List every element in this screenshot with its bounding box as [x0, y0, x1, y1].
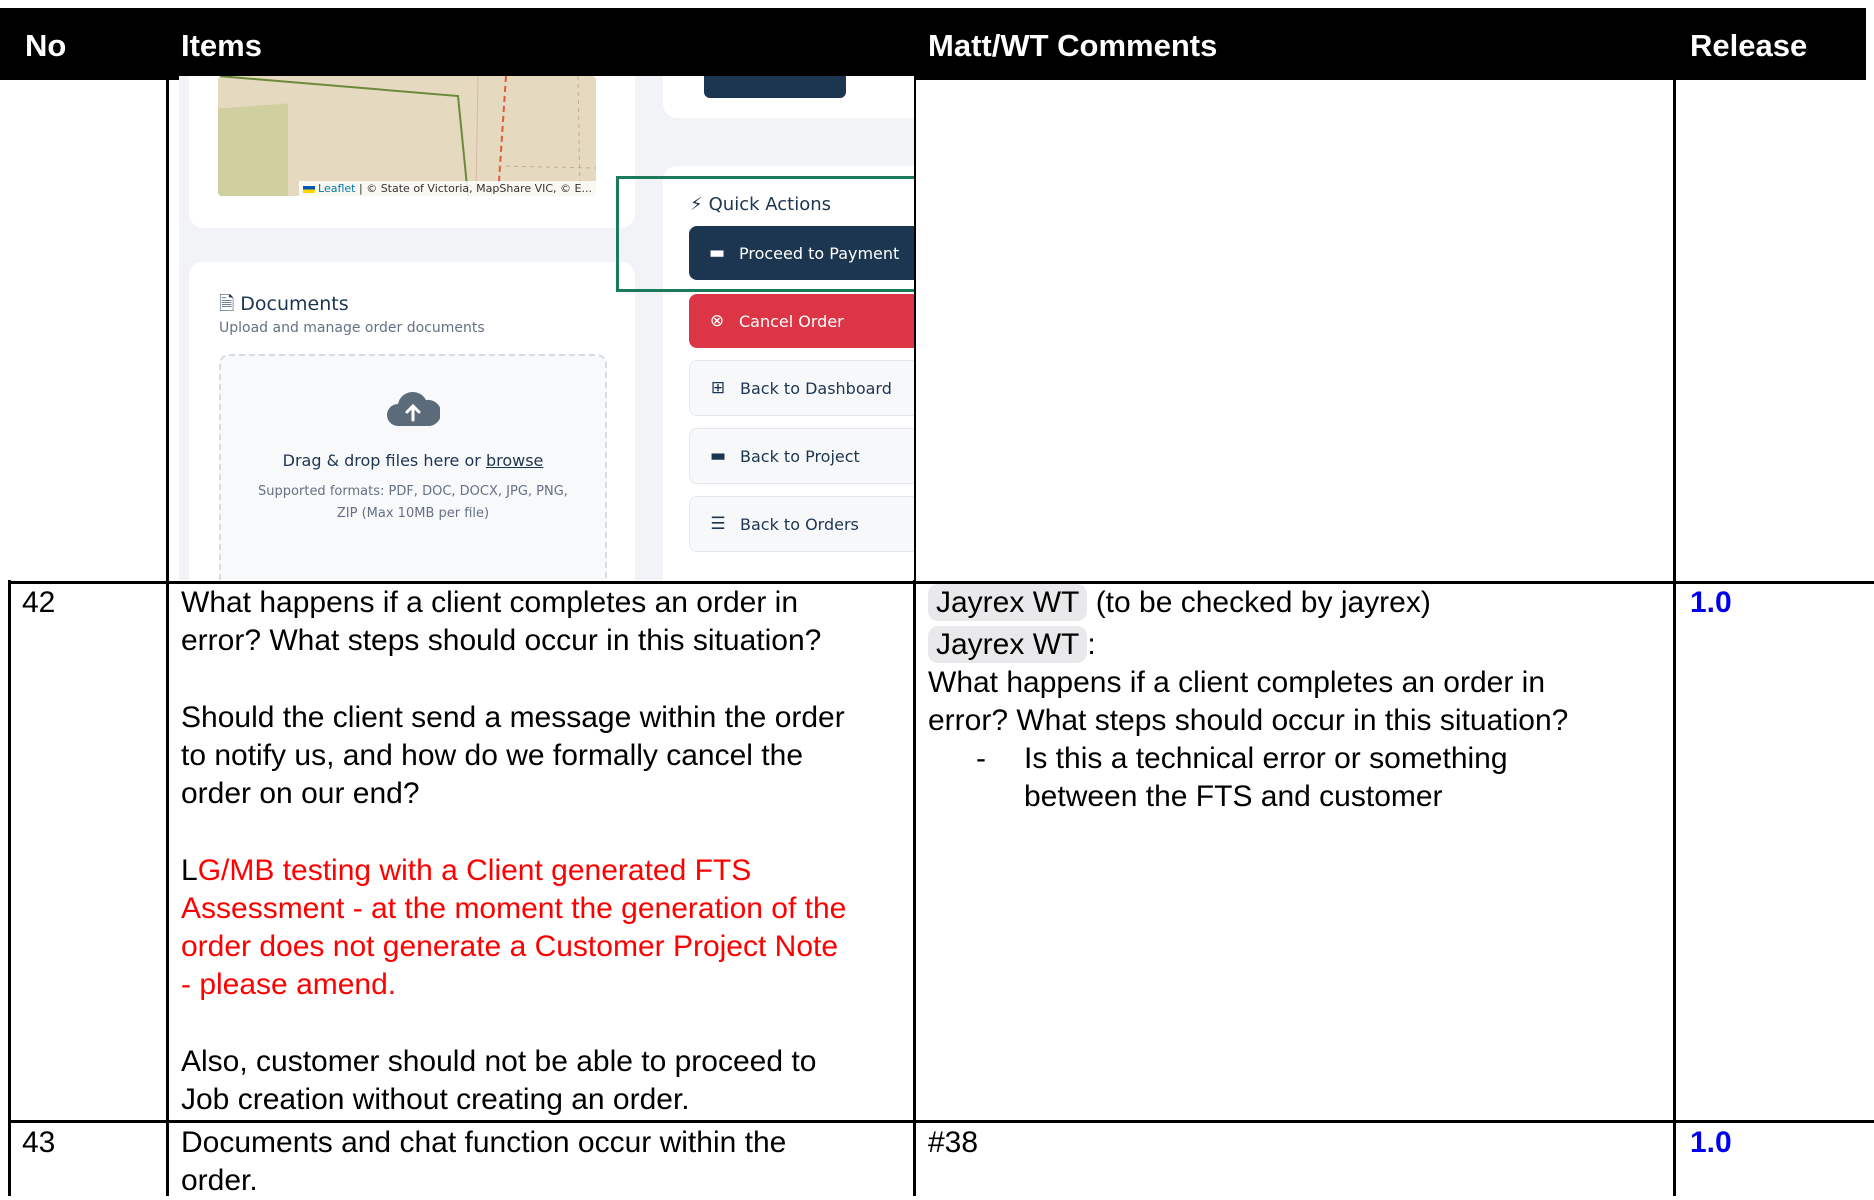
cancel-order-button[interactable]: ⊗ Cancel Order	[689, 294, 914, 348]
close-circle-icon: ⊗	[709, 311, 725, 331]
top-right-card	[663, 76, 914, 118]
back-to-orders-button[interactable]: ☰ Back to Orders	[689, 496, 914, 552]
row-43-comments: #38	[928, 1126, 979, 1159]
leaflet-link[interactable]: Leaflet	[318, 182, 355, 195]
folder-icon: ▬	[709, 446, 727, 466]
row-43-release: 1.0	[1690, 1126, 1732, 1159]
user-mention-chip[interactable]: Jayrex WT	[928, 626, 1088, 663]
row-43-items: Documents and chat function occur within…	[181, 1126, 787, 1197]
formats-line1: Supported formats: PDF, DOC, DOCX, JPG, …	[258, 484, 568, 499]
embedded-screenshot: Leaflet | © State of Victoria, MapShare …	[179, 76, 914, 580]
map-card: Leaflet | © State of Victoria, MapShare …	[189, 76, 635, 228]
map-attribution: Leaflet | © State of Victoria, MapShare …	[298, 181, 596, 196]
header-no: No	[25, 28, 67, 63]
map-area: Leaflet | © State of Victoria, MapShare …	[218, 76, 596, 196]
back-to-dashboard-button[interactable]: ⊞ Back to Dashboard	[689, 360, 914, 416]
row-42-comments: Jayrex WT (to be checked by jayrex) Jayr…	[928, 584, 1569, 813]
row-42-items: What happens if a client completes an or…	[181, 586, 847, 1116]
documents-subtitle: Upload and manage order documents	[219, 320, 485, 336]
dashboard-grid-icon: ⊞	[710, 378, 726, 398]
drop-text: Drag & drop files here or browse	[282, 451, 544, 470]
list-icon: ☰	[710, 514, 726, 534]
highlight-box	[616, 176, 914, 292]
header-release: Release	[1690, 28, 1808, 63]
table-header: No Items Matt/WT Comments Release	[0, 8, 1866, 80]
table-left-border	[8, 580, 11, 1196]
header-comments: Matt/WT Comments	[928, 28, 1218, 63]
back-to-project-button[interactable]: ▬ Back to Project	[689, 428, 914, 484]
user-mention-chip[interactable]: Jayrex WT	[928, 584, 1088, 621]
col-divider	[1673, 80, 1676, 1196]
row-divider	[8, 1120, 1874, 1123]
ukraine-flag-icon	[302, 185, 315, 193]
top-card-button[interactable]	[704, 76, 846, 98]
row-43-no: 43	[22, 1126, 56, 1159]
documents-card: 🗎 Documents Upload and manage order docum…	[189, 262, 635, 580]
browse-link[interactable]: browse	[486, 451, 543, 470]
file-icon: 🗎	[219, 293, 235, 315]
row-42-no: 42	[22, 586, 56, 619]
header-items: Items	[181, 28, 262, 63]
row-42-release: 1.0	[1690, 586, 1732, 619]
cloud-upload-icon	[386, 390, 442, 428]
formats-line2: ZIP (Max 10MB per file)	[336, 506, 490, 521]
map-attribution-text: | © State of Victoria, MapShare VIC, © E…	[359, 182, 592, 195]
documents-title: 🗎 Documents	[219, 293, 349, 315]
dropzone[interactable]: Drag & drop files here or browse Support…	[219, 354, 607, 580]
map-lines	[218, 76, 596, 196]
col-divider	[166, 80, 169, 1196]
